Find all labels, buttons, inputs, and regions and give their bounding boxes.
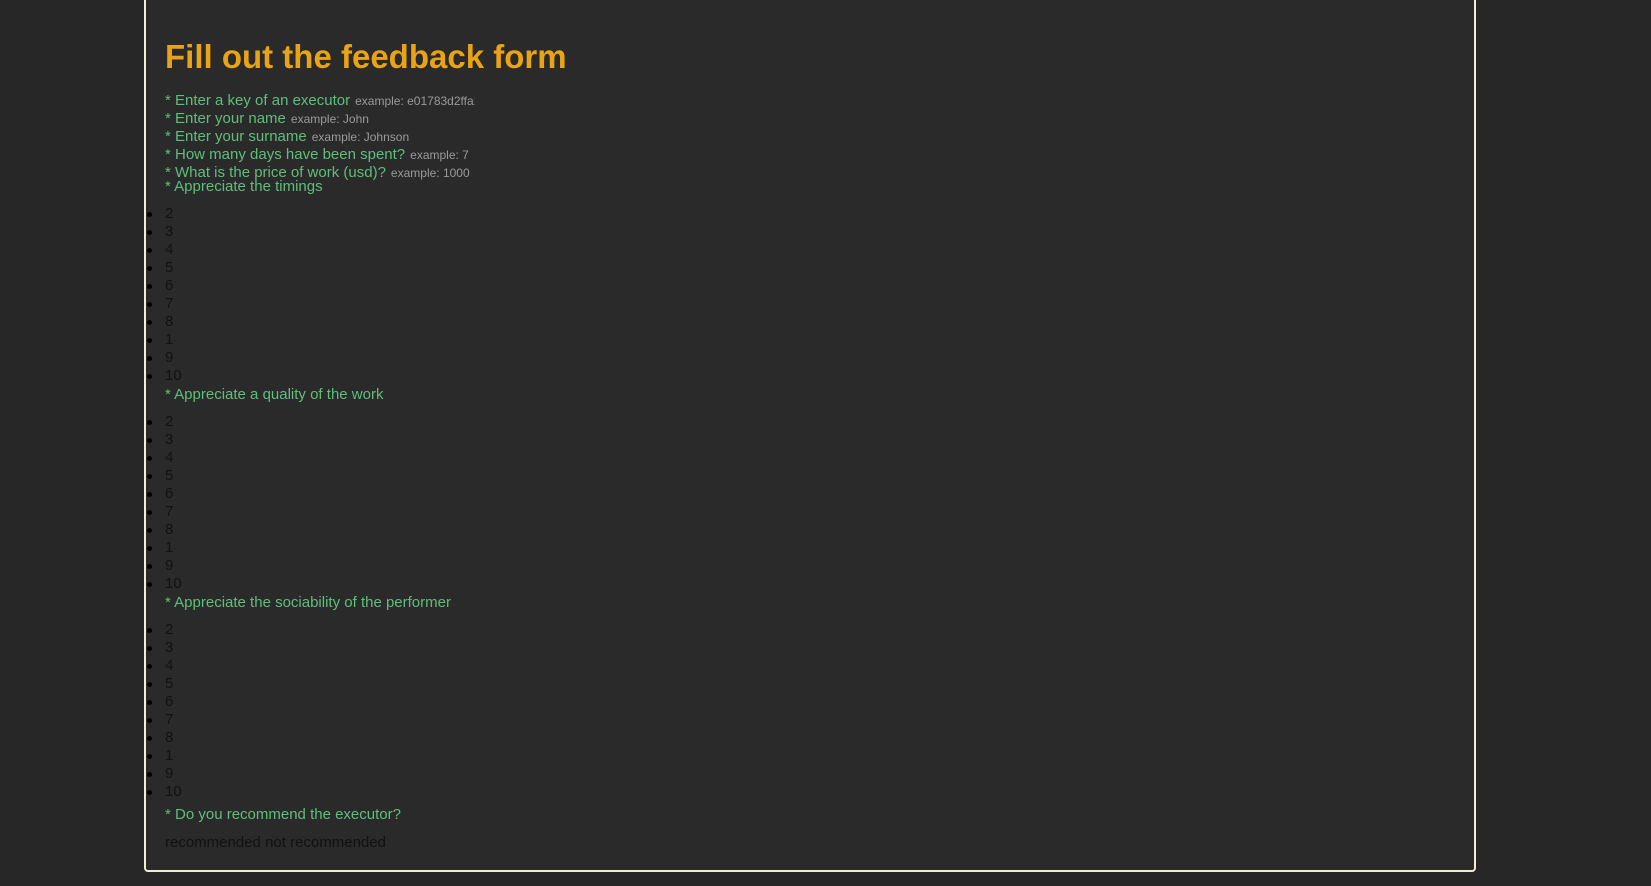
sociability-rating-option[interactable]: 4	[147, 657, 182, 675]
surname-label: * Enter your surname	[165, 128, 307, 145]
days-input[interactable]	[410, 148, 531, 162]
page-title: Fill out the feedback form	[165, 38, 567, 75]
timings-rating-option[interactable]: 1	[147, 331, 182, 349]
quality-rating-option[interactable]: 4	[147, 449, 182, 467]
timings-rating-option[interactable]: 8	[147, 313, 182, 331]
quality-rating-option[interactable]: 1	[147, 539, 182, 557]
sociability-rating-option[interactable]: 2	[147, 621, 182, 639]
quality-rating-option[interactable]: 2	[147, 413, 182, 431]
quality-rating-list: 2 3 4 5 6 7 8 1 9 10	[147, 413, 182, 593]
executor-key-row: * Enter a key of an executor	[165, 92, 530, 110]
quality-rating-option[interactable]: 8	[147, 521, 182, 539]
surname-row: * Enter your surname	[165, 128, 530, 146]
quality-rating-option[interactable]: 6	[147, 485, 182, 503]
executor-key-label: * Enter a key of an executor	[165, 92, 351, 109]
sociability-rating-option[interactable]: 6	[147, 693, 182, 711]
not-recommended-option[interactable]: not recommended	[265, 834, 386, 851]
days-label: * How many days have been spent?	[165, 146, 406, 163]
quality-rating-option[interactable]: 10	[147, 575, 182, 593]
timings-rating-option[interactable]: 4	[147, 241, 182, 259]
timings-rating-label: * Appreciate the timings	[165, 178, 323, 195]
timings-rating-option[interactable]: 9	[147, 349, 182, 367]
quality-rating-option[interactable]: 7	[147, 503, 182, 521]
recommended-option[interactable]: recommended	[165, 834, 261, 851]
recommend-label: * Do you recommend the executor?	[165, 806, 401, 823]
timings-rating-option[interactable]: 2	[147, 205, 182, 223]
timings-rating-option[interactable]: 5	[147, 259, 182, 277]
name-input[interactable]	[290, 112, 411, 126]
recommend-options: recommended not recommended	[165, 834, 386, 851]
sociability-rating-option[interactable]: 7	[147, 711, 182, 729]
price-input[interactable]	[390, 166, 511, 180]
text-fields: * Enter a key of an executor * Enter you…	[165, 92, 531, 182]
sociability-rating-list: 2 3 4 5 6 7 8 1 9 10	[147, 621, 182, 801]
days-row: * How many days have been spent?	[165, 146, 531, 164]
timings-rating-option[interactable]: 10	[147, 367, 182, 385]
sociability-rating-option[interactable]: 5	[147, 675, 182, 693]
name-label: * Enter your name	[165, 110, 286, 127]
quality-rating-option[interactable]: 3	[147, 431, 182, 449]
quality-rating-option[interactable]: 9	[147, 557, 182, 575]
sociability-rating-option[interactable]: 10	[147, 783, 182, 801]
sociability-rating-label: * Appreciate the sociability of the perf…	[165, 594, 451, 611]
sociability-rating-option[interactable]: 3	[147, 639, 182, 657]
sociability-rating-option[interactable]: 1	[147, 747, 182, 765]
quality-rating-option[interactable]: 5	[147, 467, 182, 485]
timings-rating-option[interactable]: 7	[147, 295, 182, 313]
timings-rating-list: 2 3 4 5 6 7 8 1 9 10	[147, 205, 182, 385]
surname-input[interactable]	[311, 130, 432, 144]
timings-rating-option[interactable]: 6	[147, 277, 182, 295]
sociability-rating-option[interactable]: 8	[147, 729, 182, 747]
name-row: * Enter your name	[165, 110, 530, 128]
sociability-rating-option[interactable]: 9	[147, 765, 182, 783]
executor-key-input[interactable]	[355, 94, 476, 108]
timings-rating-option[interactable]: 3	[147, 223, 182, 241]
quality-rating-label: * Appreciate a quality of the work	[165, 386, 384, 403]
